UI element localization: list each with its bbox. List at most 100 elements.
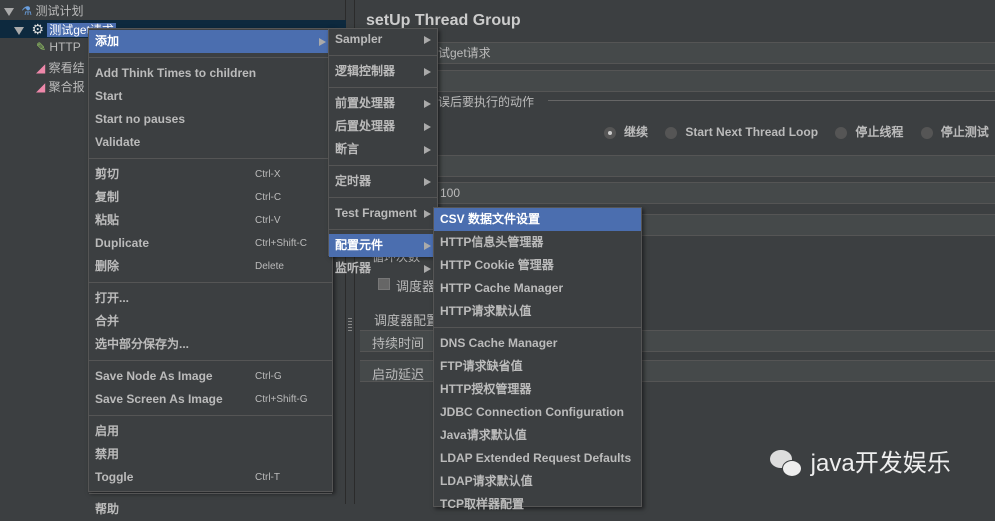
menu-item[interactable]: Add Think Times to children bbox=[89, 62, 332, 85]
menu-separator bbox=[89, 57, 332, 58]
menu-item[interactable]: HTTP请求默认值 bbox=[434, 300, 641, 323]
flask-icon: ⚗ bbox=[21, 4, 33, 18]
menu-item[interactable]: 复制 Ctrl-C bbox=[89, 186, 332, 209]
menu-item[interactable]: Test Fragment bbox=[329, 202, 437, 225]
duration-label: 持续时间（ bbox=[372, 336, 438, 351]
menu-item[interactable]: 粘贴 Ctrl-V bbox=[89, 209, 332, 232]
menu-item-label: JDBC Connection Configuration bbox=[440, 405, 624, 419]
menu-item[interactable]: Validate bbox=[89, 131, 332, 154]
menu-item[interactable]: 选中部分保存为... bbox=[89, 333, 332, 356]
menu-item[interactable]: 定时器 bbox=[329, 170, 437, 193]
menu-item[interactable]: 启用 bbox=[89, 420, 332, 443]
add-submenu: Sampler 逻辑控制器前置处理器 后置处理器断言定时器 Test Fragment… bbox=[328, 28, 438, 275]
menu-item-label: DNS Cache Manager bbox=[440, 336, 558, 350]
menu-separator bbox=[89, 493, 332, 494]
menu-item[interactable]: 帮助 bbox=[89, 498, 332, 521]
menu-shortcut: Delete bbox=[255, 261, 284, 272]
menu-item[interactable]: Toggle Ctrl-T bbox=[89, 466, 332, 489]
menu-item[interactable]: LDAP请求默认值 bbox=[434, 470, 641, 493]
menu-item-label: Sampler bbox=[335, 32, 383, 46]
tree-node-results[interactable]: ◢ 察看结 bbox=[36, 59, 85, 77]
submenu-arrow-icon bbox=[424, 242, 431, 250]
threads-field[interactable] bbox=[360, 155, 995, 177]
menu-item-label: 定时器 bbox=[335, 174, 372, 188]
menu-item[interactable]: Duplicate Ctrl+Shift-C bbox=[89, 232, 332, 255]
menu-item-label: HTTP信息头管理器 bbox=[440, 235, 544, 249]
menu-item-label: LDAP请求默认值 bbox=[440, 474, 533, 488]
menu-item[interactable]: 删除 Delete bbox=[89, 255, 332, 278]
menu-item-label: 剪切 bbox=[95, 167, 120, 181]
tree-node-http[interactable]: ✎ HTTP bbox=[36, 38, 81, 56]
menu-item[interactable]: 剪切 Ctrl-X bbox=[89, 163, 332, 186]
menu-item-label: 逻辑控制器 bbox=[335, 64, 396, 78]
menu-separator bbox=[329, 55, 437, 56]
comments-field[interactable] bbox=[360, 70, 995, 92]
name-field[interactable]: 试get请求 bbox=[360, 42, 995, 64]
menu-shortcut: Ctrl-C bbox=[255, 192, 282, 203]
menu-item[interactable]: Start no pauses bbox=[89, 108, 332, 131]
pipette-icon: ✎ bbox=[36, 40, 47, 54]
submenu-arrow-icon bbox=[424, 100, 431, 108]
menu-item-label: HTTP Cache Manager bbox=[440, 281, 564, 295]
menu-item[interactable]: 禁用 bbox=[89, 443, 332, 466]
menu-item[interactable]: 前置处理器 bbox=[329, 92, 437, 115]
menu-item[interactable]: 打开... bbox=[89, 287, 332, 310]
tree-node-test-plan[interactable]: ⚗ 测试计划 bbox=[4, 2, 83, 20]
menu-item[interactable]: Java请求默认值 bbox=[434, 424, 641, 447]
menu-item[interactable]: DNS Cache Manager bbox=[434, 332, 641, 355]
menu-item[interactable]: TCP取样器配置 bbox=[434, 493, 641, 516]
menu-item[interactable]: 监听器 bbox=[329, 257, 437, 280]
submenu-arrow-icon bbox=[319, 38, 326, 46]
menu-item-label: 启用 bbox=[95, 424, 120, 438]
radio-stop-test[interactable] bbox=[920, 126, 933, 139]
menu-item-label: 禁用 bbox=[95, 447, 120, 461]
menu-item-label: Java请求默认值 bbox=[440, 428, 527, 442]
radio-stop-thread[interactable] bbox=[835, 126, 848, 139]
menu-item[interactable]: HTTP信息头管理器 bbox=[434, 231, 641, 254]
submenu-arrow-icon bbox=[424, 146, 431, 154]
menu-item-label: CSV 数据文件设置 bbox=[440, 212, 541, 226]
menu-item[interactable]: JDBC Connection Configuration bbox=[434, 401, 641, 424]
menu-shortcut: Ctrl-V bbox=[255, 215, 281, 226]
submenu-arrow-icon bbox=[424, 265, 431, 273]
config-element-submenu: CSV 数据文件设置 HTTP信息头管理器 HTTP Cookie 管理器 HTTP … bbox=[433, 207, 642, 511]
menu-item-label: Start bbox=[95, 89, 123, 103]
expand-icon[interactable] bbox=[14, 26, 24, 35]
delay-label: 启动延迟（ bbox=[372, 367, 438, 382]
menu-item-label: Add Think Times to children bbox=[95, 66, 257, 80]
menu-item-label: 复制 bbox=[95, 190, 120, 204]
menu-separator bbox=[434, 327, 641, 328]
menu-item-label: HTTP授权管理器 bbox=[440, 382, 532, 396]
menu-item[interactable]: 逻辑控制器 bbox=[329, 60, 437, 83]
chart-icon: ◢ bbox=[36, 61, 46, 75]
menu-shortcut: Ctrl+Shift-G bbox=[255, 394, 308, 405]
submenu-arrow-icon bbox=[424, 68, 431, 76]
menu-item[interactable]: FTP请求缺省值 bbox=[434, 355, 641, 378]
menu-item[interactable]: LDAP Extended Request Defaults bbox=[434, 447, 641, 470]
menu-item-label: 帮助 bbox=[95, 502, 120, 516]
menu-item-label: Validate bbox=[95, 135, 141, 149]
menu-item[interactable]: 合并 bbox=[89, 310, 332, 333]
menu-item[interactable]: 后置处理器 bbox=[329, 115, 437, 138]
menu-item[interactable]: HTTP Cookie 管理器 bbox=[434, 254, 641, 277]
menu-item[interactable]: 断言 bbox=[329, 138, 437, 161]
tree-node-aggregate[interactable]: ◢ 聚合报 bbox=[36, 78, 85, 96]
menu-shortcut: Ctrl-X bbox=[255, 169, 281, 180]
radio-next-loop[interactable] bbox=[665, 126, 678, 139]
chart-icon: ◢ bbox=[36, 80, 46, 94]
menu-item-label: 断言 bbox=[335, 142, 360, 156]
radio-continue[interactable] bbox=[604, 126, 616, 139]
menu-item[interactable]: 添加 bbox=[89, 30, 332, 53]
drag-handle[interactable] bbox=[348, 318, 352, 332]
menu-item[interactable]: HTTP Cache Manager bbox=[434, 277, 641, 300]
menu-item[interactable]: Sampler bbox=[329, 28, 437, 51]
ramp-up-field[interactable]: 100 bbox=[360, 182, 995, 204]
menu-item[interactable]: HTTP授权管理器 bbox=[434, 378, 641, 401]
menu-item[interactable]: CSV 数据文件设置 bbox=[434, 208, 641, 231]
menu-separator bbox=[89, 158, 332, 159]
expand-icon[interactable] bbox=[4, 7, 14, 16]
menu-item[interactable]: Save Node As Image Ctrl-G bbox=[89, 365, 332, 388]
menu-item[interactable]: Start bbox=[89, 85, 332, 108]
menu-item[interactable]: 配置元件 bbox=[329, 234, 437, 257]
menu-item[interactable]: Save Screen As Image Ctrl+Shift-G bbox=[89, 388, 332, 411]
